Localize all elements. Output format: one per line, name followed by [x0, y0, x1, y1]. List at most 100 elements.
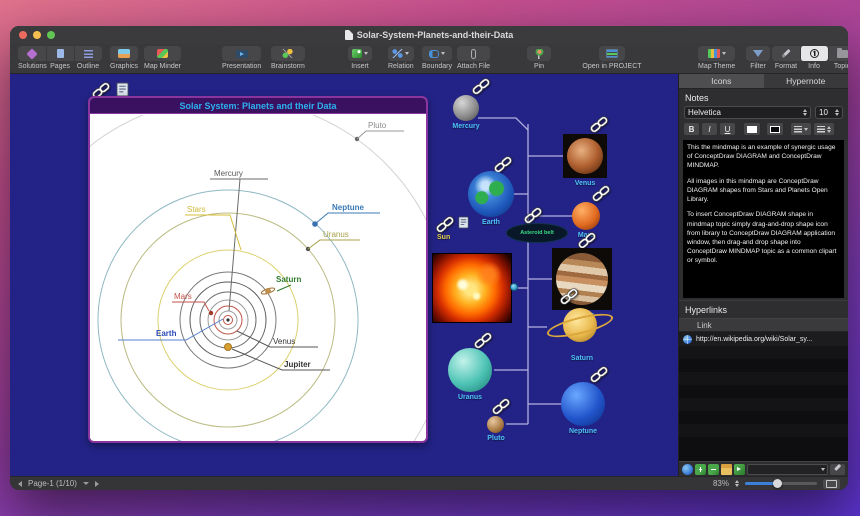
- folder-link-icon[interactable]: [721, 463, 732, 475]
- sun-hyperlink-icon[interactable]: [432, 212, 457, 236]
- presentation-button[interactable]: Presentation: [222, 46, 262, 70]
- outline-button[interactable]: [74, 46, 102, 61]
- format-brush-icon: [781, 48, 791, 59]
- outline-icon: [84, 49, 93, 58]
- hyperlink-globe-icon[interactable]: [682, 463, 693, 475]
- font-family-stepper: [803, 109, 807, 116]
- mercury-hyperlink-icon[interactable]: [468, 74, 493, 98]
- hyperlink-row[interactable]: http://en.wikipedia.org/wiki/Solar_sy...: [679, 332, 848, 346]
- mindmap-topic-mars[interactable]: [572, 202, 600, 230]
- zoom-slider[interactable]: [745, 479, 817, 488]
- underline-button[interactable]: U: [720, 123, 735, 135]
- zoom-slider-thumb[interactable]: [773, 479, 783, 488]
- mindmap-topic-venus[interactable]: [563, 134, 607, 178]
- pages-label: Pages: [50, 63, 70, 70]
- globe-icon: [683, 334, 692, 344]
- fit-page-button[interactable]: [823, 478, 840, 489]
- minimize-window-button[interactable]: [33, 31, 41, 39]
- attach-file-button[interactable]: Attach File: [457, 46, 491, 70]
- panel-tabs: Icons Hypernote: [679, 74, 848, 89]
- tab-icons[interactable]: Icons: [679, 74, 764, 88]
- note-icon[interactable]: [116, 82, 129, 97]
- topic-folder-icon: [837, 47, 848, 58]
- list-style-button[interactable]: [791, 123, 811, 135]
- link-target-select[interactable]: [747, 463, 828, 475]
- font-size-value: 10: [819, 108, 828, 117]
- font-size-select[interactable]: 10: [815, 106, 843, 119]
- text-color-button[interactable]: [744, 123, 760, 135]
- format-button[interactable]: [772, 46, 800, 61]
- brainstorm-button[interactable]: Brainstorm: [271, 46, 305, 70]
- pages-button[interactable]: [46, 46, 74, 61]
- map-minder-button[interactable]: Map Minder: [144, 46, 181, 70]
- boundary-button[interactable]: Boundary: [422, 46, 452, 70]
- insert-icon: [352, 49, 362, 58]
- mindmap-canvas[interactable]: Solar System: Planets and their Data Plu…: [10, 74, 678, 476]
- solutions-icon: [26, 47, 38, 60]
- pluto-hyperlink-icon[interactable]: [488, 394, 513, 418]
- pin-icon: [534, 48, 544, 59]
- toolbar-group-inspector: Format Info Topic: [772, 46, 848, 70]
- remove-hyperlink-icon[interactable]: [708, 463, 719, 475]
- relation-icon: [392, 49, 404, 58]
- empty-row: [679, 346, 848, 359]
- add-hyperlink-icon[interactable]: [695, 463, 706, 475]
- presentation-icon: [235, 49, 248, 58]
- background-color-swatch: [770, 125, 780, 133]
- mindmap-topic-saturn[interactable]: [544, 302, 617, 352]
- info-label: Info: [808, 63, 820, 70]
- background-color-button[interactable]: [767, 123, 783, 135]
- zoom-stepper[interactable]: [735, 480, 739, 487]
- graphics-button[interactable]: Graphics: [110, 46, 139, 70]
- empty-row: [679, 398, 848, 411]
- pin-button[interactable]: Pin: [527, 46, 551, 70]
- solutions-button[interactable]: [18, 46, 46, 61]
- mindmap-topic-mercury[interactable]: [453, 95, 479, 121]
- empty-row: [679, 372, 848, 385]
- previous-page-button[interactable]: [18, 480, 22, 487]
- mindmap-topic-sun[interactable]: [432, 253, 512, 323]
- relation-button[interactable]: Relation: [388, 46, 414, 70]
- line-spacing-button[interactable]: [814, 123, 834, 135]
- branch-collapse-handle[interactable]: [510, 283, 518, 291]
- hyperlink-url: http://en.wikipedia.org/wiki/Solar_sy...: [696, 335, 813, 343]
- topic-button[interactable]: [828, 46, 848, 61]
- window-controls: [19, 31, 55, 39]
- solar-system-diagram: Pluto Mercury Neptune Stars Uranus Satur…: [90, 115, 426, 441]
- go-to-link-icon[interactable]: [734, 463, 745, 475]
- close-window-button[interactable]: [19, 31, 27, 39]
- mindmap-topic-earth[interactable]: [468, 171, 514, 217]
- venus-hyperlink-icon[interactable]: [586, 112, 611, 136]
- italic-button[interactable]: I: [702, 123, 717, 135]
- neptune-label: Neptune: [332, 203, 365, 212]
- asteroid-belt-label: Asteroid belt: [520, 230, 554, 236]
- font-family-select[interactable]: Helvetica: [684, 106, 811, 119]
- open-in-project-button[interactable]: Open in PROJECT: [575, 46, 649, 70]
- bold-button[interactable]: B: [684, 123, 699, 135]
- mindmap-topic-neptune[interactable]: [561, 382, 605, 426]
- zoom-window-button[interactable]: [47, 31, 55, 39]
- format-label: Format: [774, 63, 798, 70]
- mindmap-topic-pluto[interactable]: [487, 416, 504, 433]
- mars-label: Mars: [174, 292, 192, 301]
- toolbar-group-views: Solutions Pages Outline: [18, 46, 102, 70]
- mindmap-topic-asteroid-belt[interactable]: Asteroid belt: [506, 223, 568, 243]
- edit-hyperlink-button[interactable]: [830, 463, 845, 475]
- insert-button[interactable]: Insert: [348, 46, 372, 70]
- mindmap-topic-uranus[interactable]: [448, 348, 492, 392]
- tab-hypernote[interactable]: Hypernote: [764, 74, 849, 88]
- notes-editor[interactable]: This the mindmap is an example of synerg…: [683, 140, 844, 298]
- map-theme-button[interactable]: Map Theme: [698, 46, 736, 70]
- link-column-header: Link: [679, 319, 848, 332]
- mars-dot: [208, 310, 214, 316]
- filter-button[interactable]: Filter: [746, 46, 770, 70]
- info-button[interactable]: [800, 46, 828, 61]
- open-in-project-icon: [606, 49, 618, 58]
- page-menu-button[interactable]: [82, 482, 89, 485]
- pages-icon: [57, 49, 64, 58]
- sun-note-icon[interactable]: [458, 216, 469, 229]
- next-page-button[interactable]: [94, 480, 99, 487]
- mercury-topic-label: Mercury: [452, 123, 480, 130]
- toolbar: Solutions Pages Outline Graphics Map Min…: [10, 44, 848, 74]
- main-topic-diagram[interactable]: Solar System: Planets and their Data Plu…: [88, 96, 428, 443]
